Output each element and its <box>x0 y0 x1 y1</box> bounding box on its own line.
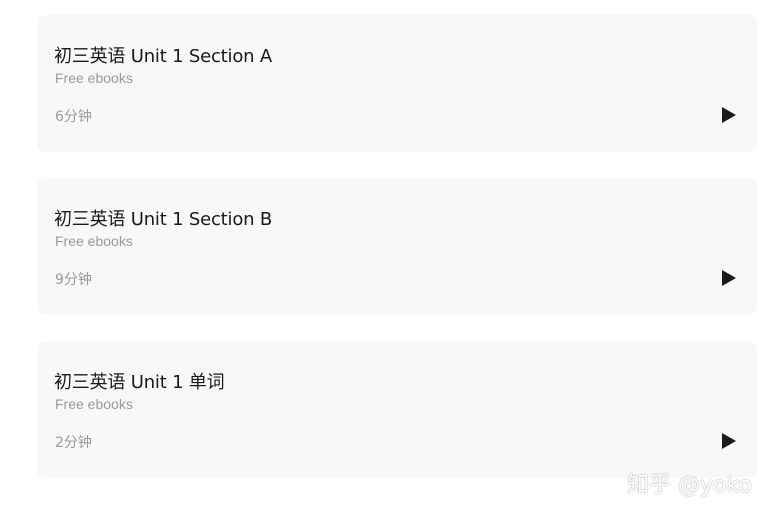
track-duration: 2分钟 <box>55 435 92 451</box>
track-subtitle: Free ebooks <box>55 70 133 86</box>
track-duration: 9分钟 <box>55 272 92 288</box>
play-icon <box>722 433 736 449</box>
track-title[interactable]: 初三英语 Unit 1 Section A <box>54 42 272 68</box>
play-button[interactable] <box>717 266 741 290</box>
play-button[interactable] <box>717 103 741 127</box>
audio-track-card[interactable]: 初三英语 Unit 1 Section A Free ebooks 6分钟 <box>37 15 757 152</box>
track-duration: 6分钟 <box>55 109 92 125</box>
track-title[interactable]: 初三英语 Unit 1 单词 <box>54 368 225 394</box>
track-subtitle: Free ebooks <box>55 396 133 412</box>
watermark: 知乎 @yoko <box>627 473 752 498</box>
track-title[interactable]: 初三英语 Unit 1 Section B <box>54 205 272 231</box>
audio-track-card[interactable]: 初三英语 Unit 1 单词 Free ebooks 2分钟 <box>37 341 757 478</box>
track-subtitle: Free ebooks <box>55 233 133 249</box>
play-icon <box>722 270 736 286</box>
play-button[interactable] <box>717 429 741 453</box>
play-icon <box>722 107 736 123</box>
audio-track-card[interactable]: 初三英语 Unit 1 Section B Free ebooks 9分钟 <box>37 178 757 315</box>
